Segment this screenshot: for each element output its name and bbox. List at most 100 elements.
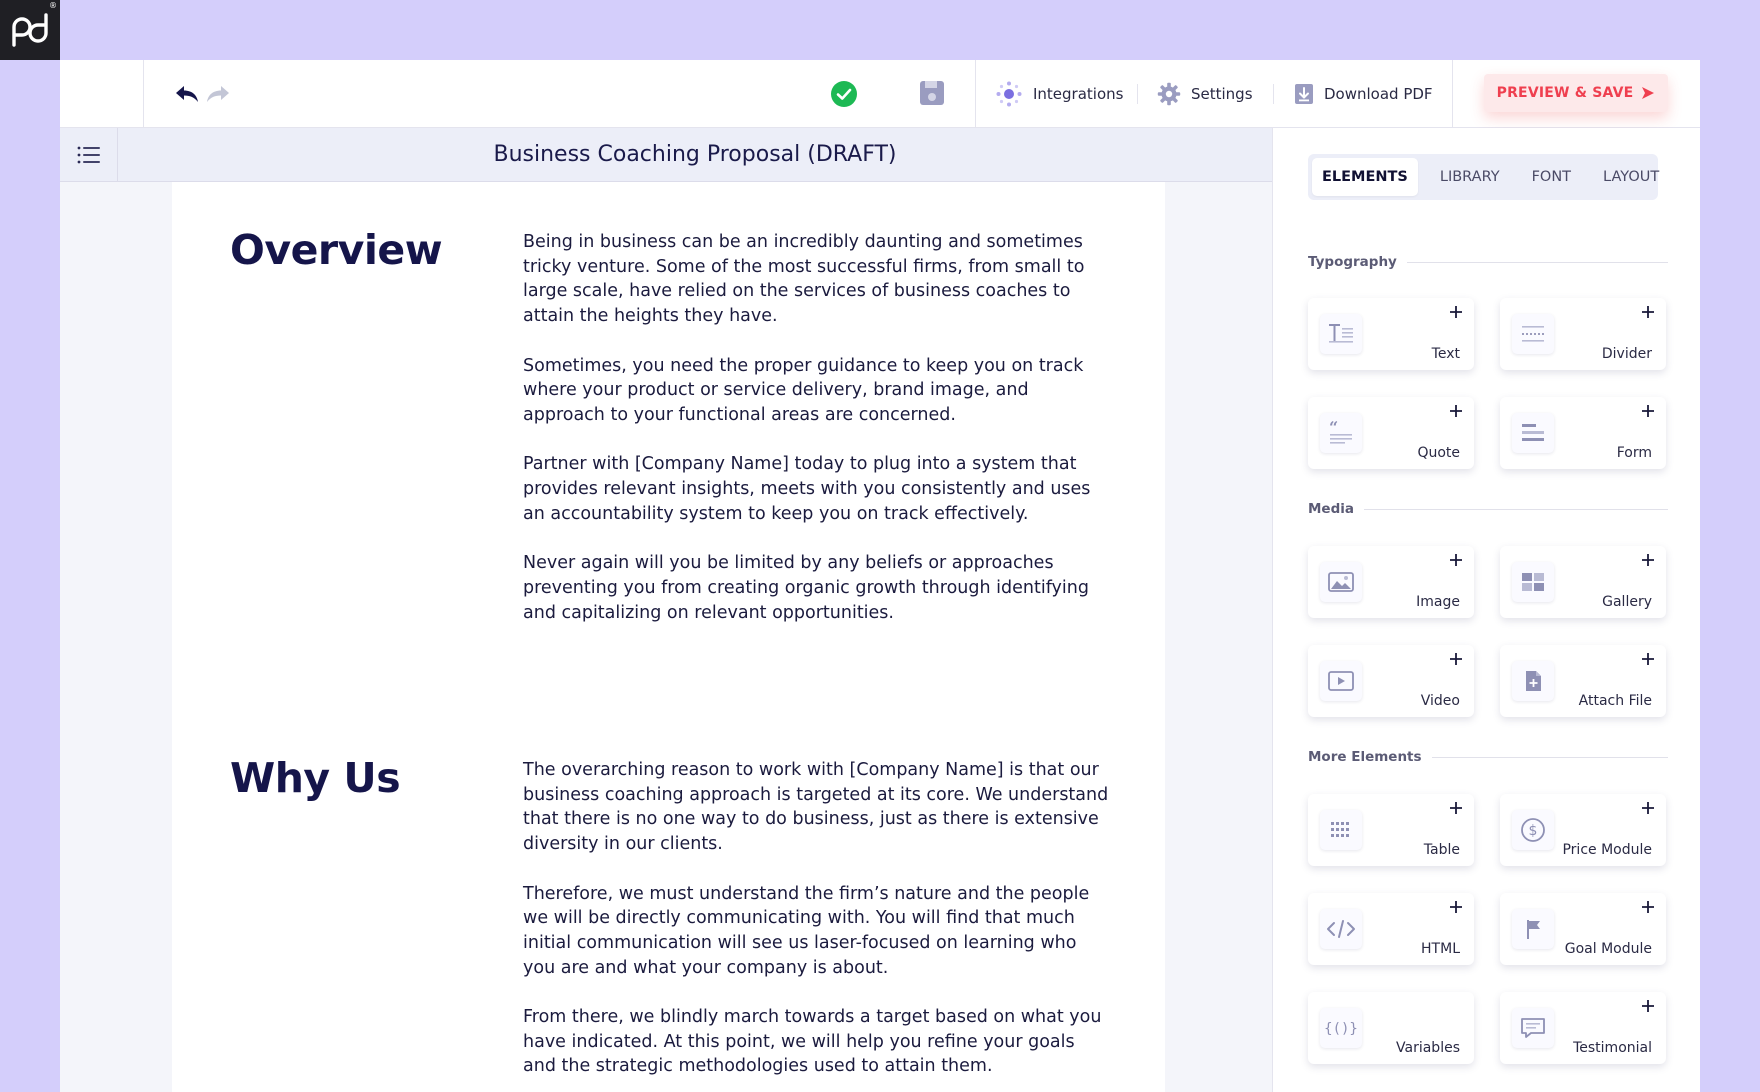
- svg-text:$: $: [1529, 823, 1538, 839]
- plus-icon[interactable]: [1638, 798, 1658, 818]
- paragraph[interactable]: Being in business can be an incredibly d…: [523, 230, 1113, 329]
- element-icon-box: [1512, 314, 1554, 354]
- element-form[interactable]: Form: [1500, 397, 1666, 469]
- video-icon: [1328, 671, 1354, 691]
- gear-icon: [1157, 82, 1181, 106]
- download-pdf-label: Download PDF: [1324, 85, 1433, 103]
- element-price-module[interactable]: $ Price Module: [1500, 794, 1666, 866]
- element-gallery[interactable]: Gallery: [1500, 546, 1666, 618]
- top-toolbar: Integrations Settings Download PDF PREVI…: [60, 60, 1700, 128]
- group-title-label: Typography: [1308, 254, 1397, 270]
- element-attach-file[interactable]: Attach File: [1500, 645, 1666, 717]
- element-goal-module[interactable]: Goal Module: [1500, 893, 1666, 965]
- integrations-label: Integrations: [1033, 85, 1124, 103]
- plus-icon[interactable]: [1446, 550, 1466, 570]
- saved-status-indicator: [830, 80, 858, 108]
- element-icon-box: [1320, 909, 1362, 949]
- outline-toggle-button[interactable]: [60, 128, 118, 181]
- table-icon: [1331, 822, 1349, 837]
- plus-icon[interactable]: [1638, 897, 1658, 917]
- plus-icon[interactable]: [1446, 897, 1466, 917]
- elements-sidebar: ELEMENTS LIBRARY FONT LAYOUT Typography: [1272, 128, 1700, 1092]
- toolbar-divider: [975, 60, 976, 128]
- download-pdf-button[interactable]: Download PDF: [1294, 79, 1433, 109]
- group-title-media: Media: [1308, 501, 1668, 517]
- tab-elements[interactable]: ELEMENTS: [1312, 158, 1418, 196]
- element-divider[interactable]: Divider: [1500, 298, 1666, 370]
- testimonial-icon: [1521, 1018, 1545, 1038]
- element-label: Attach File: [1578, 693, 1652, 709]
- element-label: Variables: [1396, 1040, 1460, 1056]
- element-icon-box: [1512, 562, 1554, 602]
- preview-and-save-button[interactable]: PREVIEW & SAVE: [1484, 74, 1668, 112]
- element-label: Image: [1416, 594, 1460, 610]
- paragraph[interactable]: Never again will you be limited by any b…: [523, 551, 1113, 625]
- redo-icon: [207, 86, 229, 102]
- document-title[interactable]: Business Coaching Proposal (DRAFT): [118, 128, 1272, 181]
- text-icon: [1329, 324, 1353, 343]
- paragraph[interactable]: Therefore, we must understand the firm’s…: [523, 882, 1113, 981]
- element-icon-box: [1320, 661, 1362, 701]
- element-label: Table: [1423, 842, 1460, 858]
- group-title-typography: Typography: [1308, 254, 1668, 270]
- plus-icon[interactable]: [1446, 798, 1466, 818]
- element-variables[interactable]: {()} Variables: [1308, 992, 1474, 1064]
- element-icon-box: [1512, 1008, 1554, 1048]
- toolbar-divider: [1273, 84, 1274, 104]
- section-heading[interactable]: Overview: [230, 226, 443, 274]
- image-icon: [1328, 572, 1354, 592]
- plus-icon[interactable]: [1446, 302, 1466, 322]
- element-quote[interactable]: “ Quote: [1308, 397, 1474, 469]
- plus-icon[interactable]: [1446, 649, 1466, 669]
- section-heading[interactable]: Why Us: [230, 754, 401, 802]
- check-circle-icon: [831, 81, 857, 107]
- download-icon: [1295, 84, 1313, 104]
- tab-layout[interactable]: LAYOUT: [1593, 158, 1669, 196]
- section-body[interactable]: The overarching reason to work with [Com…: [523, 758, 1113, 1092]
- element-icon-box: {()}: [1320, 1008, 1362, 1048]
- element-label: Price Module: [1562, 842, 1652, 858]
- element-icon-box: [1512, 909, 1554, 949]
- element-icon-box: [1512, 661, 1554, 701]
- document-header: Business Coaching Proposal (DRAFT): [60, 128, 1272, 182]
- list-icon: [77, 146, 100, 163]
- quote-icon: “: [1329, 421, 1352, 444]
- group-title-label: Media: [1308, 501, 1354, 517]
- variables-icon: {()}: [1325, 1021, 1357, 1037]
- element-text[interactable]: Text: [1308, 298, 1474, 370]
- settings-button[interactable]: Settings: [1157, 79, 1253, 109]
- paragraph[interactable]: The overarching reason to work with [Com…: [523, 758, 1113, 857]
- form-icon: [1522, 424, 1544, 441]
- element-table[interactable]: Table: [1308, 794, 1474, 866]
- plus-icon[interactable]: [1638, 996, 1658, 1016]
- paragraph[interactable]: From there, we blindly march towards a t…: [523, 1005, 1113, 1079]
- element-html[interactable]: HTML: [1308, 893, 1474, 965]
- integrations-button[interactable]: Integrations: [995, 79, 1123, 109]
- element-label: Divider: [1601, 346, 1652, 362]
- plus-icon[interactable]: [1446, 401, 1466, 421]
- section-body[interactable]: Being in business can be an incredibly d…: [523, 230, 1113, 650]
- element-testimonial[interactable]: Testimonial: [1500, 992, 1666, 1064]
- redo-button[interactable]: [204, 80, 232, 108]
- tab-library[interactable]: LIBRARY: [1430, 158, 1510, 196]
- plus-icon[interactable]: [1638, 550, 1658, 570]
- element-label: HTML: [1421, 941, 1460, 957]
- editor-window: Integrations Settings Download PDF PREVI…: [60, 60, 1700, 1092]
- flag-icon: [1527, 920, 1540, 939]
- element-video[interactable]: Video: [1308, 645, 1474, 717]
- element-image[interactable]: Image: [1308, 546, 1474, 618]
- floppy-disk-icon: [920, 81, 944, 105]
- element-label: Testimonial: [1573, 1040, 1652, 1056]
- save-button[interactable]: [917, 78, 947, 108]
- plus-icon[interactable]: [1638, 401, 1658, 421]
- element-label: Video: [1420, 693, 1460, 709]
- undo-button[interactable]: [173, 80, 201, 108]
- element-label: Quote: [1417, 445, 1460, 461]
- plus-icon[interactable]: [1638, 302, 1658, 322]
- element-icon-box: [1512, 413, 1554, 453]
- group-title-more-elements: More Elements: [1308, 749, 1668, 765]
- tab-font[interactable]: FONT: [1522, 158, 1581, 196]
- plus-icon[interactable]: [1638, 649, 1658, 669]
- paragraph[interactable]: Sometimes, you need the proper guidance …: [523, 354, 1113, 428]
- paragraph[interactable]: Partner with [Company Name] today to plu…: [523, 452, 1113, 526]
